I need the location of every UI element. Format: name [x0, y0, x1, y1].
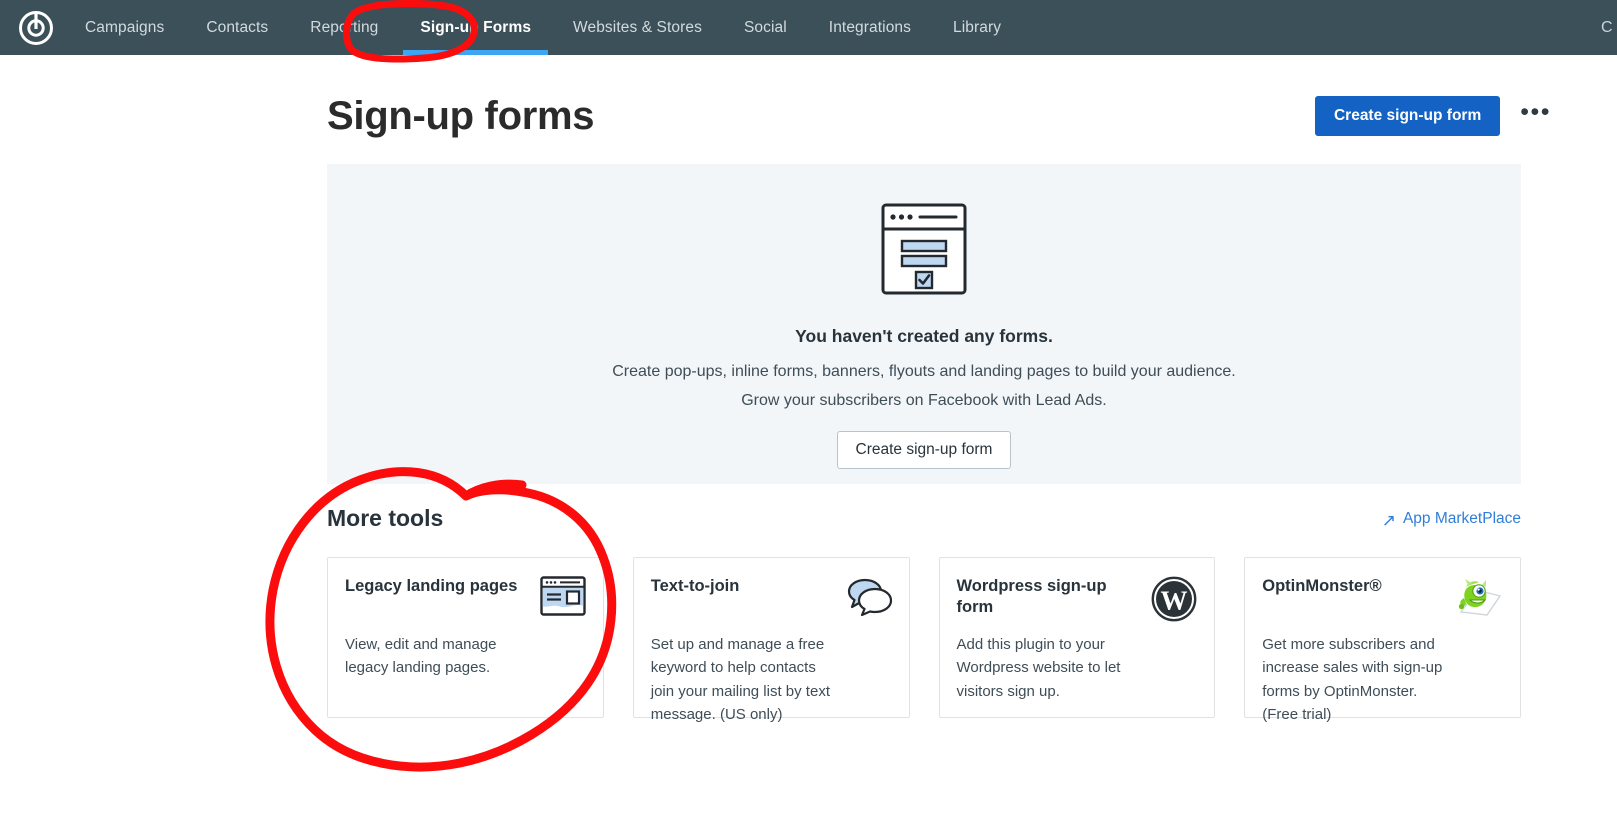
tool-card-wordpress-sign-up-form[interactable]: Wordpress sign-up form W Add this plugin… — [938, 557, 1216, 718]
nav-item-label: Reporting — [310, 18, 379, 36]
tool-card-header: OptinMonster® — [1262, 576, 1504, 624]
empty-state-description-1: Create pop-ups, inline forms, banners, f… — [612, 363, 1236, 380]
tool-card-title: OptinMonster® — [1262, 577, 1382, 595]
tool-card-title: Legacy landing pages — [345, 577, 518, 595]
nav-item-label: Social — [743, 18, 787, 36]
nav-item-label: Integrations — [828, 18, 911, 36]
nav-item-label: Library — [953, 18, 1002, 36]
more-tools-grid: Legacy landing pages View, edit and mana… — [327, 557, 1521, 723]
nav-item-contacts[interactable]: Contacts — [185, 0, 289, 55]
tool-card-text-to-join[interactable]: Text-to-join Set up and manage a free ke… — [632, 557, 910, 723]
tool-card-description: Add this plugin to your Wordpress websit… — [956, 636, 1121, 700]
tool-card-header: Text-to-join — [651, 576, 893, 624]
nav-item-label: Websites & Stores — [573, 18, 702, 36]
tool-card-optinmonster[interactable]: OptinMonster® Get more subscribers and i… — [1244, 557, 1521, 723]
empty-state-create-sign-up-form-button[interactable]: Create sign-up form — [836, 431, 1012, 469]
tool-card-title: Text-to-join — [650, 577, 740, 595]
nav-item-label: Contacts — [206, 18, 269, 36]
empty-state-description-2: Grow your subscribers on Facebook with L… — [741, 392, 1107, 409]
wordpress-logo-icon: W — [1150, 576, 1198, 624]
nav-item-reporting[interactable]: Reporting — [289, 0, 399, 55]
tool-card-legacy-landing-pages[interactable]: Legacy landing pages View, edit and mana… — [327, 557, 604, 718]
page-title: Sign-up forms — [327, 94, 595, 138]
create-sign-up-form-button[interactable]: Create sign-up form — [1314, 96, 1501, 136]
constant-contact-logo-icon[interactable] — [8, 10, 64, 46]
nav-item-social[interactable]: Social — [723, 0, 808, 55]
empty-state-panel: You haven't created any forms. Create po… — [327, 164, 1521, 484]
tool-card-header: Legacy landing pages — [345, 576, 587, 624]
arrow-up-right-icon: ↗ — [1381, 510, 1396, 530]
empty-state-heading: You haven't created any forms. — [795, 326, 1053, 346]
app-marketplace-label: App MarketPlace — [1402, 510, 1521, 527]
nav-item-library[interactable]: Library — [932, 0, 1022, 55]
page-header: Sign-up forms Create sign-up form ••• — [327, 86, 1557, 146]
nav-item-label: Sign-up Forms — [420, 18, 532, 36]
tool-card-description: Get more subscribers and increase sales … — [1262, 636, 1443, 723]
nav-clipped-item[interactable]: C — [1601, 0, 1617, 55]
tool-card-header: Wordpress sign-up form W — [957, 576, 1199, 624]
tool-card-title: Wordpress sign-up form — [956, 577, 1107, 617]
more-tools-title: More tools — [327, 505, 444, 531]
nav-items: Campaigns Contacts Reporting Sign-up For… — [64, 0, 1022, 55]
nav-item-campaigns[interactable]: Campaigns — [64, 0, 185, 55]
legacy-landing-pages-circle-tail-annotation — [461, 479, 527, 501]
nav-item-label: Campaigns — [85, 18, 165, 36]
tool-card-description: Set up and manage a free keyword to help… — [650, 636, 830, 723]
app-root: Campaigns Contacts Reporting Sign-up For… — [0, 0, 1617, 815]
nav-item-websites-and-stores[interactable]: Websites & Stores — [552, 0, 723, 55]
nav-clipped-label: C — [1601, 18, 1613, 36]
signup-form-window-icon — [881, 203, 967, 300]
nav-item-sign-up-forms[interactable]: Sign-up Forms — [399, 0, 552, 55]
app-marketplace-link[interactable]: ↗ App MarketPlace — [1382, 510, 1521, 532]
svg-text:W: W — [1161, 586, 1188, 616]
header-actions: Create sign-up form ••• — [1314, 96, 1557, 136]
speech-bubbles-icon — [845, 576, 893, 624]
tool-card-description: View, edit and manage legacy landing pag… — [345, 636, 497, 677]
top-navigation-bar: Campaigns Contacts Reporting Sign-up For… — [0, 0, 1617, 55]
more-tools-header: More tools ↗ App MarketPlace — [327, 505, 1521, 532]
optinmonster-mascot-icon — [1456, 576, 1504, 624]
landing-page-window-icon — [539, 576, 587, 624]
nav-item-integrations[interactable]: Integrations — [808, 0, 932, 55]
more-options-icon[interactable]: ••• — [1514, 100, 1557, 129]
